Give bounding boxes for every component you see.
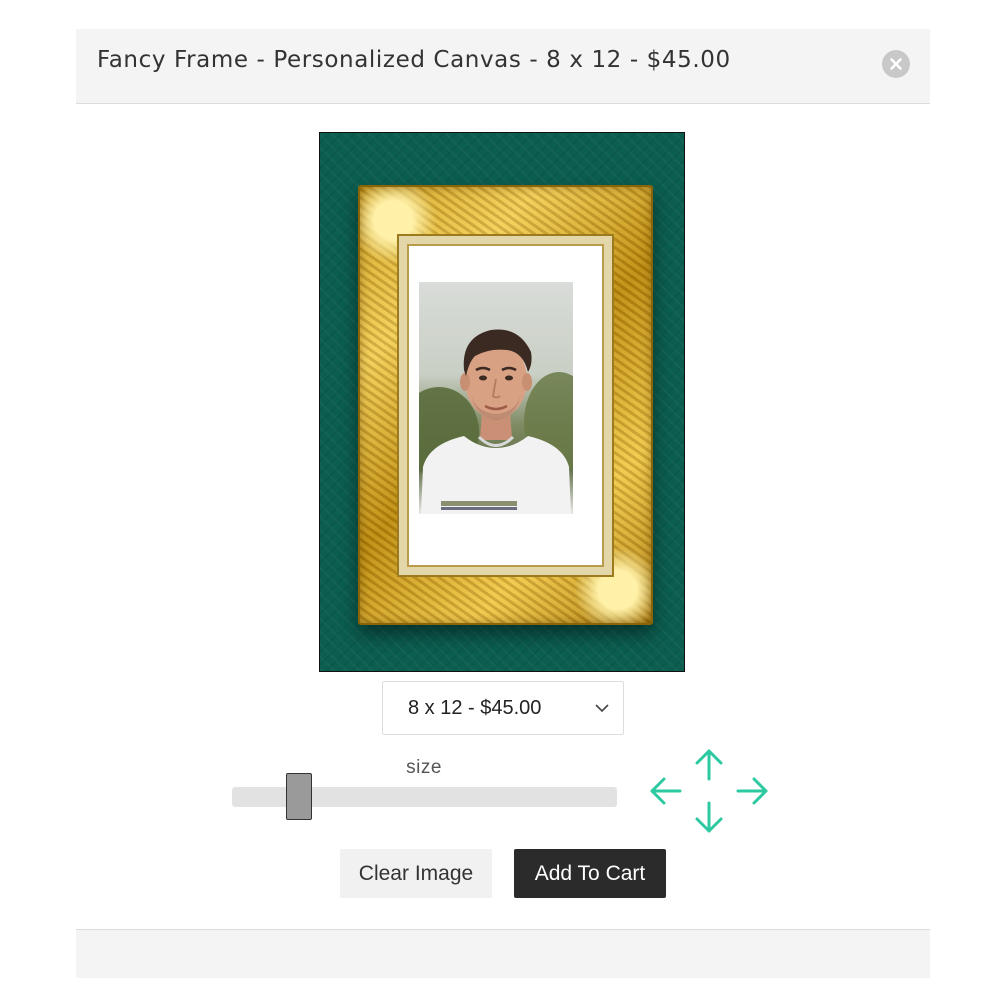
arrow-left-icon[interactable] xyxy=(648,775,682,807)
canvas-preview xyxy=(319,132,685,672)
frame-mat xyxy=(399,236,612,575)
chevron-down-icon xyxy=(595,704,609,713)
arrow-up-icon[interactable] xyxy=(693,747,725,781)
gold-ornate-frame xyxy=(358,185,653,625)
move-image-controls xyxy=(648,747,770,835)
product-customizer-modal: Fancy Frame - Personalized Canvas - 8 x … xyxy=(76,29,930,978)
modal-header: Fancy Frame - Personalized Canvas - 8 x … xyxy=(76,29,930,104)
modal-title: Fancy Frame - Personalized Canvas - 8 x … xyxy=(97,47,731,73)
add-to-cart-button[interactable]: Add To Cart xyxy=(514,849,666,898)
arrow-right-icon[interactable] xyxy=(736,775,770,807)
close-icon[interactable] xyxy=(882,50,910,78)
size-select[interactable]: 8 x 12 - $45.00 xyxy=(382,681,624,735)
uploaded-photo[interactable] xyxy=(419,282,573,514)
size-slider-label: size xyxy=(406,757,442,778)
arrow-down-icon[interactable] xyxy=(693,801,725,835)
size-slider-thumb[interactable] xyxy=(285,773,312,820)
modal-footer xyxy=(76,929,930,978)
size-select-value: 8 x 12 - $45.00 xyxy=(408,697,542,719)
clear-image-button[interactable]: Clear Image xyxy=(340,849,492,898)
